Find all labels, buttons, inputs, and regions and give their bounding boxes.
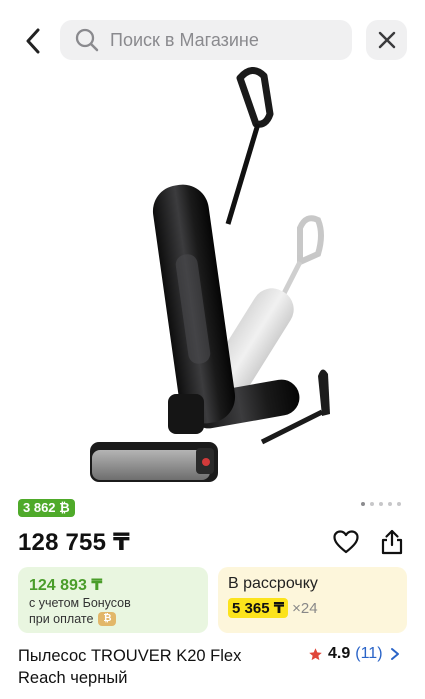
close-icon xyxy=(378,31,395,49)
installment-card[interactable]: В рассрочку 5 365 ₸ ×24 xyxy=(218,567,407,633)
product-price: 128 755 ₸ xyxy=(18,529,130,556)
close-button[interactable] xyxy=(366,20,407,60)
installment-multiplier: ×24 xyxy=(292,599,318,617)
bonus-price: 124 893 ₸ xyxy=(29,577,103,594)
installment-label: В рассрочку xyxy=(228,575,318,592)
star-icon xyxy=(308,647,323,662)
vacuum-cleaner-image xyxy=(90,67,330,482)
back-button[interactable] xyxy=(16,24,50,58)
gallery-dot-active[interactable] xyxy=(361,502,365,506)
bonus-badge: 3 862 ₿ xyxy=(18,499,75,517)
search-icon xyxy=(74,27,100,53)
chevron-right-icon xyxy=(390,647,402,661)
heart-icon xyxy=(333,530,359,554)
gallery-dot[interactable] xyxy=(388,502,392,506)
rating-link[interactable]: 4.9 (11) xyxy=(308,645,402,663)
gallery-dot[interactable] xyxy=(397,502,401,506)
search-input[interactable] xyxy=(110,29,330,51)
share-button[interactable] xyxy=(378,527,406,557)
installment-amount: 5 365 ₸ xyxy=(228,598,289,618)
share-icon xyxy=(381,529,403,555)
gallery-dot[interactable] xyxy=(379,502,383,506)
product-image[interactable] xyxy=(0,64,425,484)
rating-value: 4.9 xyxy=(328,645,351,662)
bonus-price-card[interactable]: 124 893 ₸ с учетом Бонусов при оплате ₿ xyxy=(18,567,208,633)
gallery-dot[interactable] xyxy=(370,502,374,506)
bonus-note-line2: при оплате xyxy=(29,612,94,626)
search-bar[interactable] xyxy=(60,20,352,60)
coin-icon: ₿ xyxy=(98,612,117,626)
gallery-dots xyxy=(361,502,401,506)
favorite-button[interactable] xyxy=(332,528,360,556)
bonus-note-line1: с учетом Бонусов xyxy=(29,596,131,610)
product-title: Пылесос TROUVER K20 Flex Reach черный xyxy=(18,647,242,687)
rating-count[interactable]: (11) xyxy=(355,645,382,663)
chevron-left-icon xyxy=(26,28,40,54)
